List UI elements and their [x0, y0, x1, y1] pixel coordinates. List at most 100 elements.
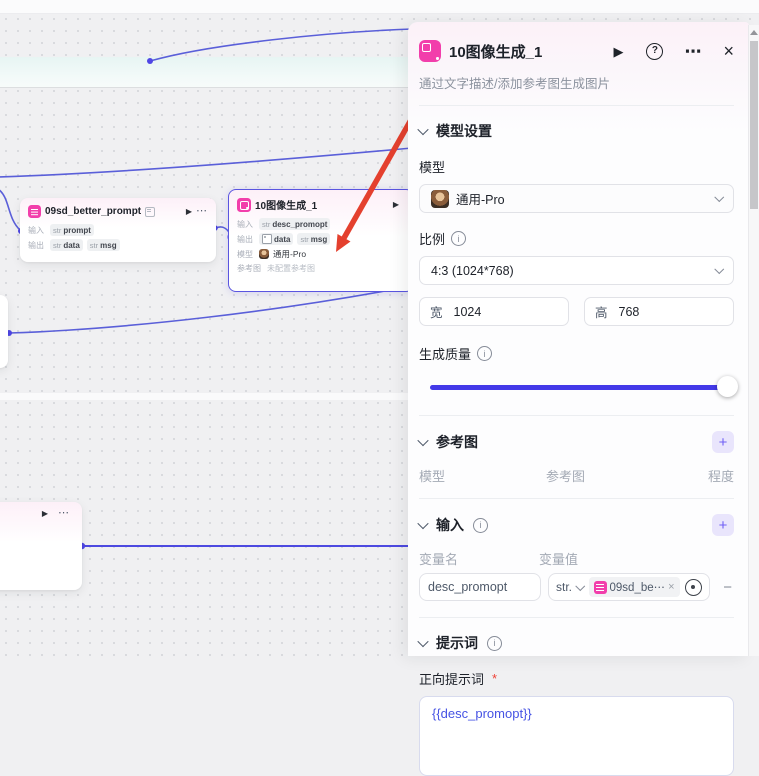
panel-scrollbar[interactable]	[748, 25, 759, 656]
node1-run-button[interactable]: ▶	[186, 207, 192, 216]
positive-prompt-textarea[interactable]: {{desc_promopt}}	[419, 696, 734, 776]
width-field[interactable]: 宽	[419, 297, 569, 326]
var-name: desc_promopt	[272, 219, 328, 229]
info-icon[interactable]	[477, 346, 493, 361]
var-type: str	[53, 225, 62, 235]
divider	[419, 415, 734, 416]
chevron-down-icon[interactable]	[417, 434, 429, 447]
var-value-group[interactable]: str. 09sd_be⋯ ×	[548, 573, 710, 601]
chevron-down-icon[interactable]	[417, 635, 429, 648]
node2-run-button[interactable]: ▶	[393, 200, 399, 209]
slider-track[interactable]	[430, 385, 732, 390]
reference-columns: 模型 参考图 程度	[419, 466, 734, 484]
input-row: str. 09sd_be⋯ × −	[419, 573, 734, 601]
model-avatar	[431, 189, 449, 208]
node-config-panel: 10图像生成_1 ▶ ? ⋯ × 通过文字描述/添加参考图生成图片 模型设置 模…	[408, 22, 749, 776]
quality-label: 生成质量	[419, 344, 734, 363]
model-label: 模型	[419, 160, 446, 175]
edge-into-node1	[0, 189, 21, 231]
edge-top-port[interactable]	[147, 58, 153, 64]
var-type-select[interactable]: str.	[556, 580, 572, 594]
var-type: str	[89, 240, 99, 250]
var-tag: data	[259, 233, 294, 245]
section-reference[interactable]: 参考图 +	[417, 431, 734, 453]
edge-top	[149, 28, 413, 62]
var-tag: str desc_promopt	[259, 218, 331, 230]
node2-ref-label: 参考图	[237, 264, 261, 273]
info-icon[interactable]	[487, 635, 502, 651]
var-tag: str data	[50, 239, 83, 251]
node2-title: 10图像生成_1	[255, 201, 318, 212]
section-input[interactable]: 输入 +	[417, 514, 734, 536]
var-name: data	[63, 240, 80, 250]
var-tag: str msg	[297, 233, 331, 245]
chevron-down-icon[interactable]	[417, 517, 429, 530]
var-tag: str msg	[86, 239, 120, 251]
scrollbar-thumb[interactable]	[750, 41, 758, 209]
panel-subtitle: 通过文字描述/添加参考图生成图片	[419, 77, 610, 91]
col-var-name: 变量名	[419, 552, 459, 567]
height-field[interactable]: 高	[584, 297, 734, 326]
image-gen-node-icon	[237, 197, 251, 212]
section-prompt[interactable]: 提示词	[417, 633, 734, 653]
node4-run-button[interactable]: ▶	[42, 509, 48, 518]
model-avatar	[259, 249, 269, 259]
remove-input-button[interactable]: −	[723, 579, 734, 596]
info-icon[interactable]	[451, 231, 467, 246]
var-type: str	[53, 240, 62, 250]
panel-header: 10图像生成_1 ▶ ? ⋯ ×	[419, 38, 734, 64]
scroll-up-icon[interactable]	[750, 30, 758, 35]
prompt-node-icon	[28, 205, 41, 218]
chevron-down-icon	[714, 264, 724, 274]
node2-output-row: 输出 data str msg	[229, 233, 413, 245]
node1-output-label: 输出	[28, 240, 44, 250]
panel-title: 10图像生成_1	[449, 43, 543, 61]
image-gen-icon	[419, 40, 441, 62]
var-name-input[interactable]	[419, 573, 541, 601]
ratio-label: 比例	[419, 229, 734, 248]
var-name: prompt	[63, 225, 91, 235]
node2-ref-row: 参考图 未配置参考图	[229, 263, 413, 274]
model-select[interactable]: 通用-Pro	[419, 184, 734, 213]
node-image-gen[interactable]: 10图像生成_1 ▶ 输入 str desc_promopt 输出 data s…	[228, 189, 414, 292]
quality-slider[interactable]	[419, 376, 738, 398]
node2-header: 10图像生成_1 ▶	[229, 190, 413, 215]
add-reference-button[interactable]: +	[712, 431, 734, 453]
reference-var-tag[interactable]: 09sd_be⋯ ×	[588, 577, 680, 597]
height-input[interactable]	[616, 303, 723, 320]
chevron-down-icon[interactable]	[417, 123, 429, 136]
width-input[interactable]	[451, 303, 558, 320]
col-degree: 程度	[707, 469, 734, 484]
slider-thumb[interactable]	[717, 376, 738, 397]
chevron-down-icon	[714, 192, 724, 202]
required-mark: *	[492, 671, 498, 686]
edge-left-node	[8, 285, 413, 334]
size-row: 宽 高	[419, 297, 734, 326]
var-name: msg	[100, 240, 117, 250]
node2-input-row: 输入 str desc_promopt	[229, 218, 413, 230]
prompt-node-icon	[593, 580, 607, 594]
node-09sd-better-prompt[interactable]: 09sd_better_prompt ▶ ⋯ 输入 str prompt 输出 …	[20, 198, 216, 262]
section-title: 模型设置	[436, 123, 492, 139]
run-button[interactable]: ▶	[613, 45, 623, 58]
section-title: 输入	[436, 517, 464, 533]
node2-input-label: 输入	[237, 219, 253, 229]
help-icon[interactable]: ?	[646, 42, 664, 60]
node-bottom-partial[interactable]: ▶ ⋯	[0, 502, 82, 590]
info-icon[interactable]	[473, 517, 488, 533]
close-icon[interactable]: ×	[723, 42, 734, 60]
image-type-icon	[262, 234, 272, 244]
node2-ref-value: 未配置参考图	[267, 264, 315, 273]
node2-model-label: 模型	[237, 249, 253, 259]
node4-more-button[interactable]: ⋯	[58, 508, 70, 519]
node1-more-button[interactable]: ⋯	[196, 206, 208, 217]
node-left-partial[interactable]	[0, 295, 8, 368]
note-icon	[145, 206, 156, 217]
add-input-button[interactable]: +	[712, 514, 734, 536]
section-model-settings[interactable]: 模型设置	[417, 121, 734, 141]
node1-input-row: 输入 str prompt	[20, 224, 216, 236]
remove-reference-icon[interactable]: ×	[668, 581, 674, 593]
ratio-select[interactable]: 4:3 (1024*768)	[419, 256, 734, 285]
more-icon[interactable]: ⋯	[684, 43, 702, 60]
circle-dot-icon[interactable]	[684, 578, 702, 596]
